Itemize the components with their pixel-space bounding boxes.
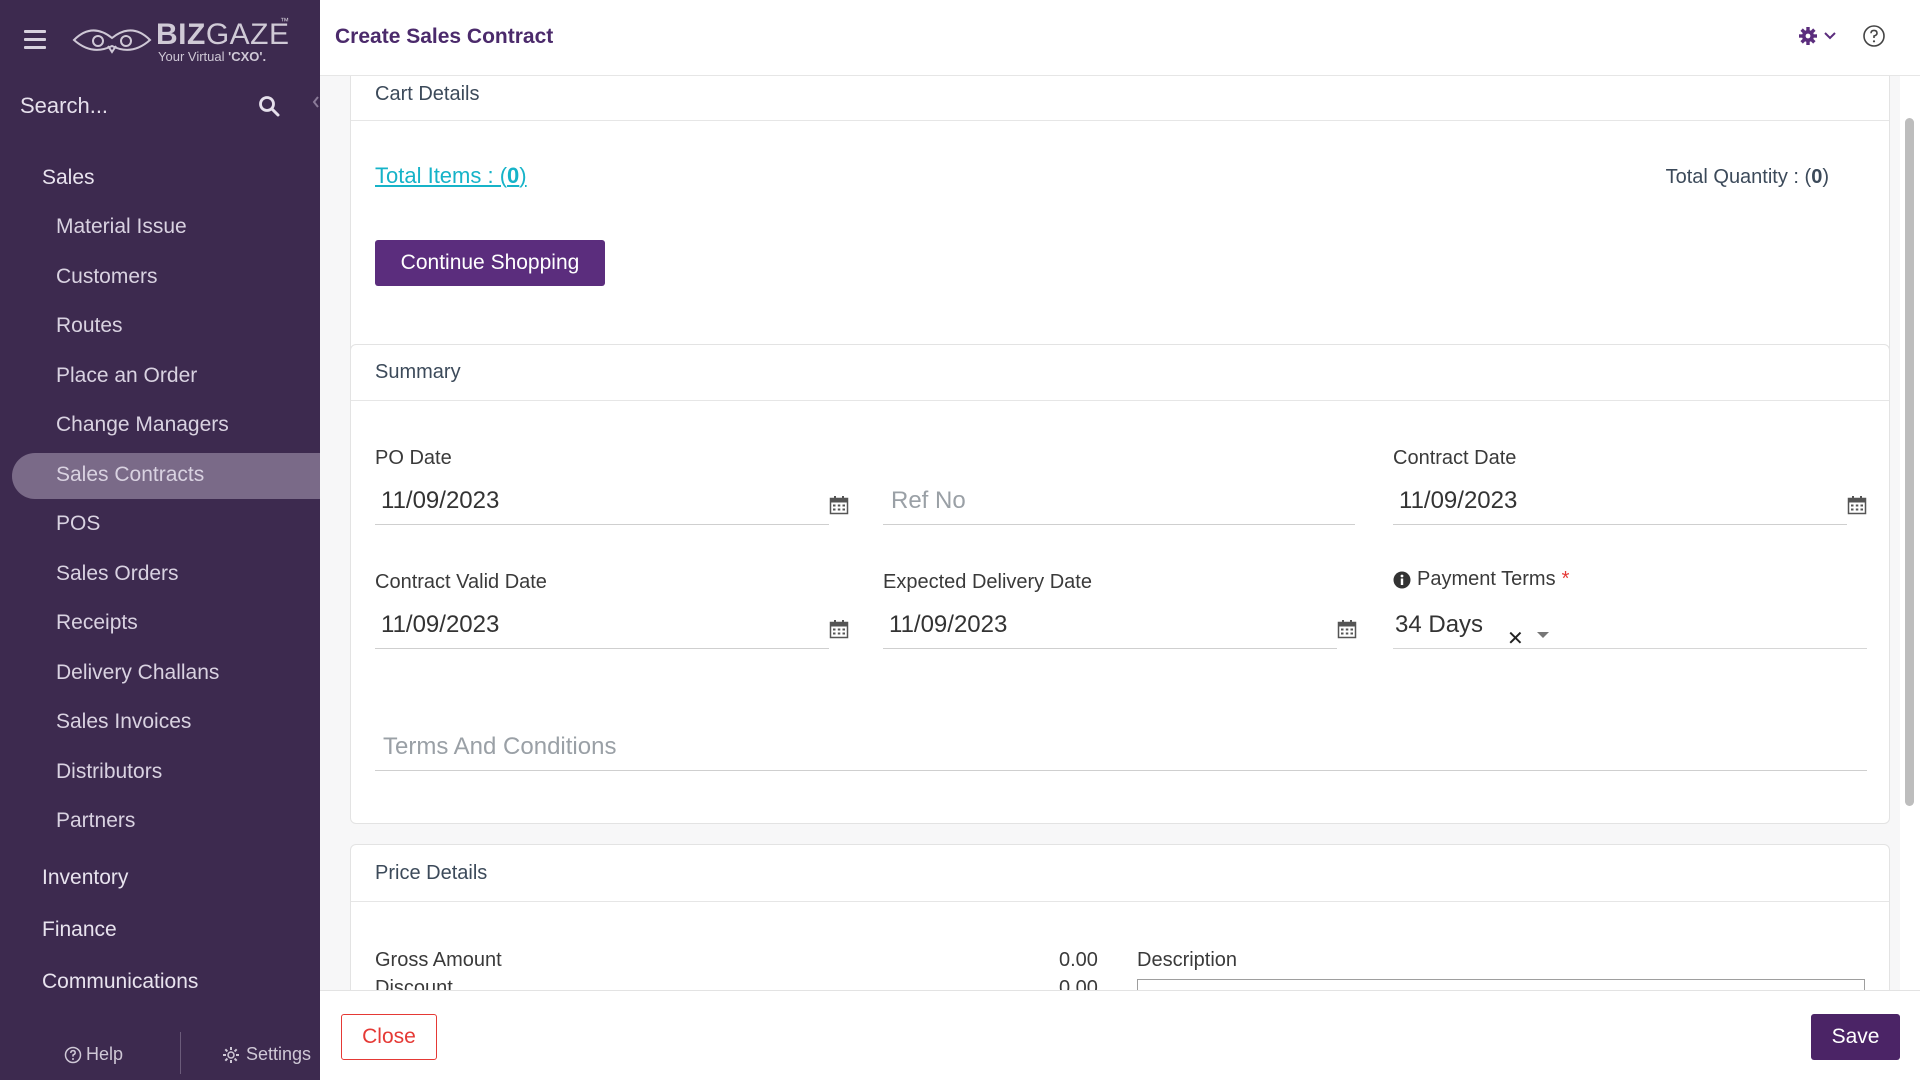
price-details-title: Price Details — [375, 862, 488, 884]
payment-terms-value: 34 Days — [1395, 611, 1484, 638]
po-date-value: 11/09/2023 — [381, 487, 500, 514]
nav-item-partners[interactable]: Partners — [56, 809, 135, 833]
nav-item-pos[interactable]: POS — [56, 512, 100, 536]
nav-item-delivery-challans[interactable]: Delivery Challans — [56, 661, 219, 685]
nav-item-sales-invoices[interactable]: Sales Invoices — [56, 710, 191, 734]
terms-and-conditions-placeholder: Terms And Conditions — [383, 733, 617, 760]
nav-item-distributors[interactable]: Distributors — [56, 760, 162, 784]
required-asterisk: * — [1561, 568, 1570, 590]
logo-text: BIZGAZE — [156, 18, 290, 51]
price-details-card: Price Details Gross Amount 0.00 Discount… — [350, 844, 1890, 990]
card-divider — [351, 400, 1889, 401]
nav-item-place-an-order[interactable]: Place an Order — [56, 364, 197, 388]
nav-item-sales-orders[interactable]: Sales Orders — [56, 562, 179, 586]
nav-group-sales[interactable]: Sales — [42, 166, 95, 190]
logo-tagline: Your Virtual 'CXO'. — [158, 49, 267, 64]
help-circle-icon[interactable] — [1862, 24, 1886, 48]
owl-logo-icon — [72, 29, 152, 54]
po-date-label: PO Date — [375, 447, 452, 469]
footer-divider — [180, 1032, 181, 1074]
help-circle-icon — [64, 1046, 82, 1063]
nav-item-change-managers[interactable]: Change Managers — [56, 413, 229, 437]
main-content: Cart Details Total Items : (0) Total Qua… — [320, 76, 1900, 990]
ref-no-placeholder: Ref No — [891, 487, 966, 514]
contract-date-value: 11/09/2023 — [1399, 487, 1518, 514]
payment-terms-text: Payment Terms — [1417, 568, 1556, 590]
expected-delivery-date-label: Expected Delivery Date — [883, 571, 1092, 593]
discount-label: Discount — [375, 977, 453, 990]
card-divider — [351, 901, 1889, 902]
contract-date-field[interactable]: 11/09/2023 — [1393, 479, 1847, 525]
gear-icon — [223, 1046, 239, 1063]
expected-delivery-date-field[interactable]: 11/09/2023 — [883, 603, 1337, 649]
sidebar-collapse-icon[interactable] — [312, 96, 320, 108]
po-date-field[interactable]: 11/09/2023 — [375, 479, 829, 525]
settings-dropdown[interactable] — [1798, 26, 1836, 46]
logo-trademark: ™ — [280, 16, 289, 26]
sidebar-search[interactable]: Search... — [0, 85, 300, 127]
payment-terms-label: Payment Terms * — [1393, 568, 1569, 591]
gross-amount-label: Gross Amount — [375, 949, 502, 971]
continue-shopping-button[interactable]: Continue Shopping — [375, 240, 605, 286]
terms-and-conditions-field[interactable]: Terms And Conditions — [375, 725, 1867, 771]
page-title: Create Sales Contract — [335, 25, 554, 48]
summary-title: Summary — [375, 361, 461, 383]
close-button[interactable]: Close — [341, 1014, 437, 1060]
ref-no-field[interactable]: Ref No — [883, 479, 1355, 525]
sidebar: BIZGAZE ™ Your Virtual 'CXO'. Search... … — [0, 0, 320, 1080]
app-logo[interactable]: BIZGAZE ™ Your Virtual 'CXO'. — [72, 16, 292, 68]
settings-label: Settings — [246, 1044, 312, 1064]
chevron-down-icon — [1824, 32, 1836, 40]
nav-group-inventory[interactable]: Inventory — [42, 866, 128, 890]
contract-valid-date-field[interactable]: 11/09/2023 — [375, 603, 829, 649]
menu-icon[interactable] — [24, 30, 46, 50]
nav-item-customers[interactable]: Customers — [56, 265, 158, 289]
discount-value: 0.00 — [1059, 977, 1098, 990]
calendar-icon[interactable] — [829, 619, 849, 639]
clear-selection-icon[interactable]: ✕ — [1507, 626, 1524, 651]
nav-item-material-issue[interactable]: Material Issue — [56, 215, 187, 239]
summary-card: Summary PO Date 11/09/2023 Ref No Contra… — [350, 344, 1890, 824]
calendar-icon[interactable] — [1847, 495, 1867, 515]
vertical-scrollbar[interactable] — [1905, 118, 1914, 806]
calendar-icon[interactable] — [829, 495, 849, 515]
contract-valid-date-label: Contract Valid Date — [375, 571, 547, 593]
nav-item-sales-contracts[interactable]: Sales Contracts — [56, 463, 204, 487]
card-divider — [351, 120, 1889, 121]
page-header: Create Sales Contract — [320, 0, 1920, 76]
nav-group-finance[interactable]: Finance — [42, 918, 117, 942]
search-input[interactable]: Search... — [20, 93, 108, 119]
description-label: Description — [1137, 949, 1238, 971]
total-quantity: Total Quantity : (0) — [1665, 166, 1829, 188]
nav-group-communications[interactable]: Communications — [42, 970, 198, 994]
save-button[interactable]: Save — [1811, 1014, 1900, 1060]
nav-item-receipts[interactable]: Receipts — [56, 611, 138, 635]
nav-item-routes[interactable]: Routes — [56, 314, 123, 338]
expected-delivery-date-value: 11/09/2023 — [889, 611, 1008, 638]
dropdown-caret-icon[interactable] — [1537, 632, 1549, 638]
cart-details-title: Cart Details — [375, 83, 480, 105]
gear-icon — [1799, 27, 1817, 45]
help-label: Help — [86, 1044, 124, 1064]
sidebar-footer: Help Settings — [0, 1030, 320, 1080]
calendar-icon[interactable] — [1337, 619, 1357, 639]
payment-terms-select[interactable]: 34 Days — [1393, 603, 1867, 649]
total-items-link[interactable]: Total Items : (0) — [375, 163, 527, 189]
search-icon[interactable] — [257, 94, 281, 118]
contract-valid-date-value: 11/09/2023 — [381, 611, 500, 638]
gross-amount-value: 0.00 — [1059, 949, 1098, 971]
contract-date-label: Contract Date — [1393, 447, 1517, 469]
help-link[interactable]: Help — [64, 1044, 123, 1065]
info-icon[interactable] — [1393, 571, 1411, 589]
form-footer: Close Save — [320, 990, 1920, 1080]
settings-link[interactable]: Settings — [222, 1044, 311, 1065]
description-textarea[interactable] — [1137, 979, 1865, 990]
